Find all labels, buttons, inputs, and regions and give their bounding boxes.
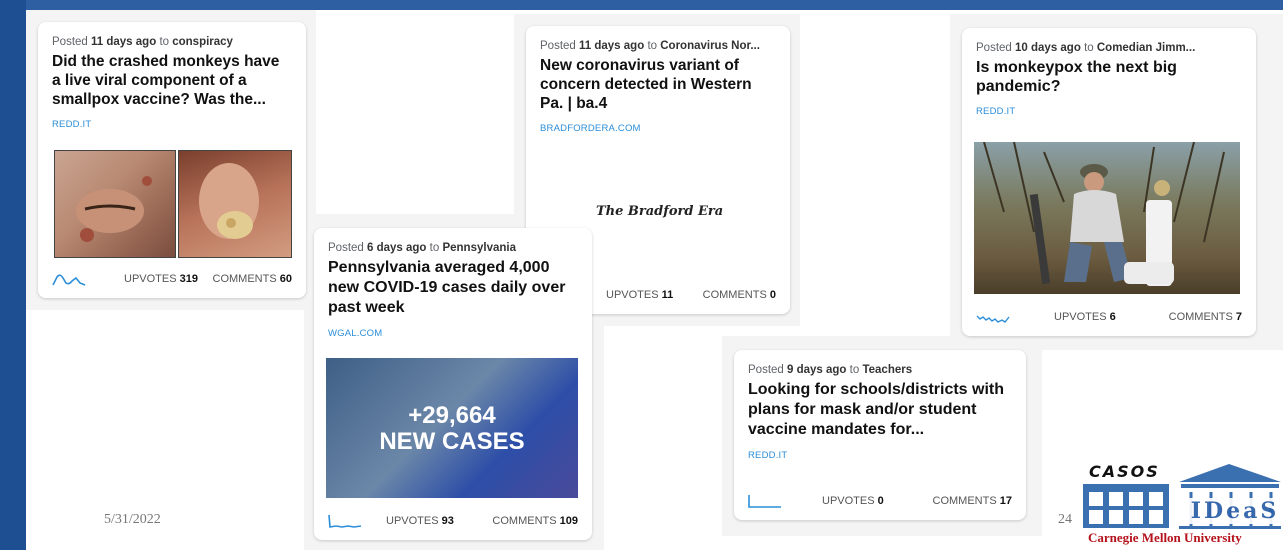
post-meta: Posted 11 days ago to conspiracy xyxy=(52,36,233,48)
field-worker-photo xyxy=(974,142,1240,294)
post-title[interactable]: Is monkeypox the next big pandemic? xyxy=(976,58,1242,96)
slide-date: 5/31/2022 xyxy=(104,512,161,527)
post-title[interactable]: Pennsylvania averaged 4,000 new COVID-19… xyxy=(328,258,578,318)
overlay-text: NEW CASES xyxy=(379,428,525,455)
community-link[interactable]: conspiracy xyxy=(172,36,233,48)
post-meta: Posted 10 days ago to Comedian Jimm... xyxy=(976,42,1196,54)
post-domain-link[interactable]: REDD.IT xyxy=(52,119,292,130)
slide-frame-left xyxy=(0,0,26,550)
post-meta: Posted 9 days ago to Teachers xyxy=(748,364,913,376)
comment-count: 0 xyxy=(769,289,776,301)
comment-count: 17 xyxy=(999,495,1012,507)
post-card-3[interactable]: Posted 10 days ago to Comedian Jimm... I… xyxy=(962,28,1256,336)
ideas-wordmark: IDeaS xyxy=(1187,498,1283,524)
community-link[interactable]: Coronavirus Nor... xyxy=(660,40,760,52)
upvote-count: 11 xyxy=(661,289,674,301)
post-domain-link[interactable]: REDD.IT xyxy=(976,106,1242,117)
post-domain-link[interactable]: BRADFORDERA.COM xyxy=(540,123,776,134)
upvote-sparkline-icon xyxy=(748,495,781,508)
university-name: Carnegie Mellon University xyxy=(1088,530,1242,545)
post-stats: UPVOTES 319 COMMENTS 60 xyxy=(52,270,292,286)
newspaper-masthead-logo: The Bradford Era xyxy=(596,204,724,219)
comment-count: 109 xyxy=(559,515,578,527)
post-meta: Posted 6 days ago to Pennsylvania xyxy=(328,242,516,254)
community-link[interactable]: Teachers xyxy=(862,364,912,376)
slide-frame-top xyxy=(0,0,1283,10)
community-link[interactable]: Comedian Jimm... xyxy=(1097,42,1195,54)
upvote-count: 93 xyxy=(441,515,454,527)
post-title[interactable]: New coronavirus variant of concern detec… xyxy=(540,56,776,113)
post-card-1[interactable]: Posted 11 days ago to conspiracy Did the… xyxy=(38,22,306,298)
post-stats: UPVOTES 93 COMMENTS 109 xyxy=(328,512,578,528)
upvote-sparkline-icon xyxy=(976,315,1010,323)
post-domain-link[interactable]: WGAL.COM xyxy=(328,328,578,339)
post-title[interactable]: Looking for schools/districts with plans… xyxy=(748,380,1012,440)
ear-lesion-photo xyxy=(178,150,292,258)
post-card-4[interactable]: Posted 6 days ago to Pennsylvania Pennsy… xyxy=(314,228,592,540)
post-stats: UPVOTES 6 COMMENTS 7 xyxy=(976,308,1242,324)
upvote-count: 0 xyxy=(877,495,884,507)
post-card-5[interactable]: Posted 9 days ago to Teachers Looking fo… xyxy=(734,350,1026,520)
post-meta: Posted 11 days ago to Coronavirus Nor... xyxy=(540,40,760,52)
upvote-count: 6 xyxy=(1109,311,1116,323)
post-stats: UPVOTES 0 COMMENTS 17 xyxy=(748,492,1012,508)
upvote-sparkline-icon xyxy=(52,274,86,286)
face-rash-photo xyxy=(54,150,176,258)
upvote-sparkline-icon xyxy=(328,514,362,528)
comment-count: 60 xyxy=(279,273,292,285)
casos-wordmark: CASOS xyxy=(1089,462,1160,481)
news-graphic-image: +29,664 NEW CASES xyxy=(326,358,578,498)
upvote-count: 319 xyxy=(179,273,198,285)
post-title[interactable]: Did the crashed monkeys have a live vira… xyxy=(52,52,292,109)
overlay-number: +29,664 xyxy=(408,402,496,429)
post-domain-link[interactable]: REDD.IT xyxy=(748,450,1012,461)
community-link[interactable]: Pennsylvania xyxy=(442,242,516,254)
comment-count: 7 xyxy=(1235,311,1242,323)
slide-page-number: 24 xyxy=(1058,512,1072,527)
